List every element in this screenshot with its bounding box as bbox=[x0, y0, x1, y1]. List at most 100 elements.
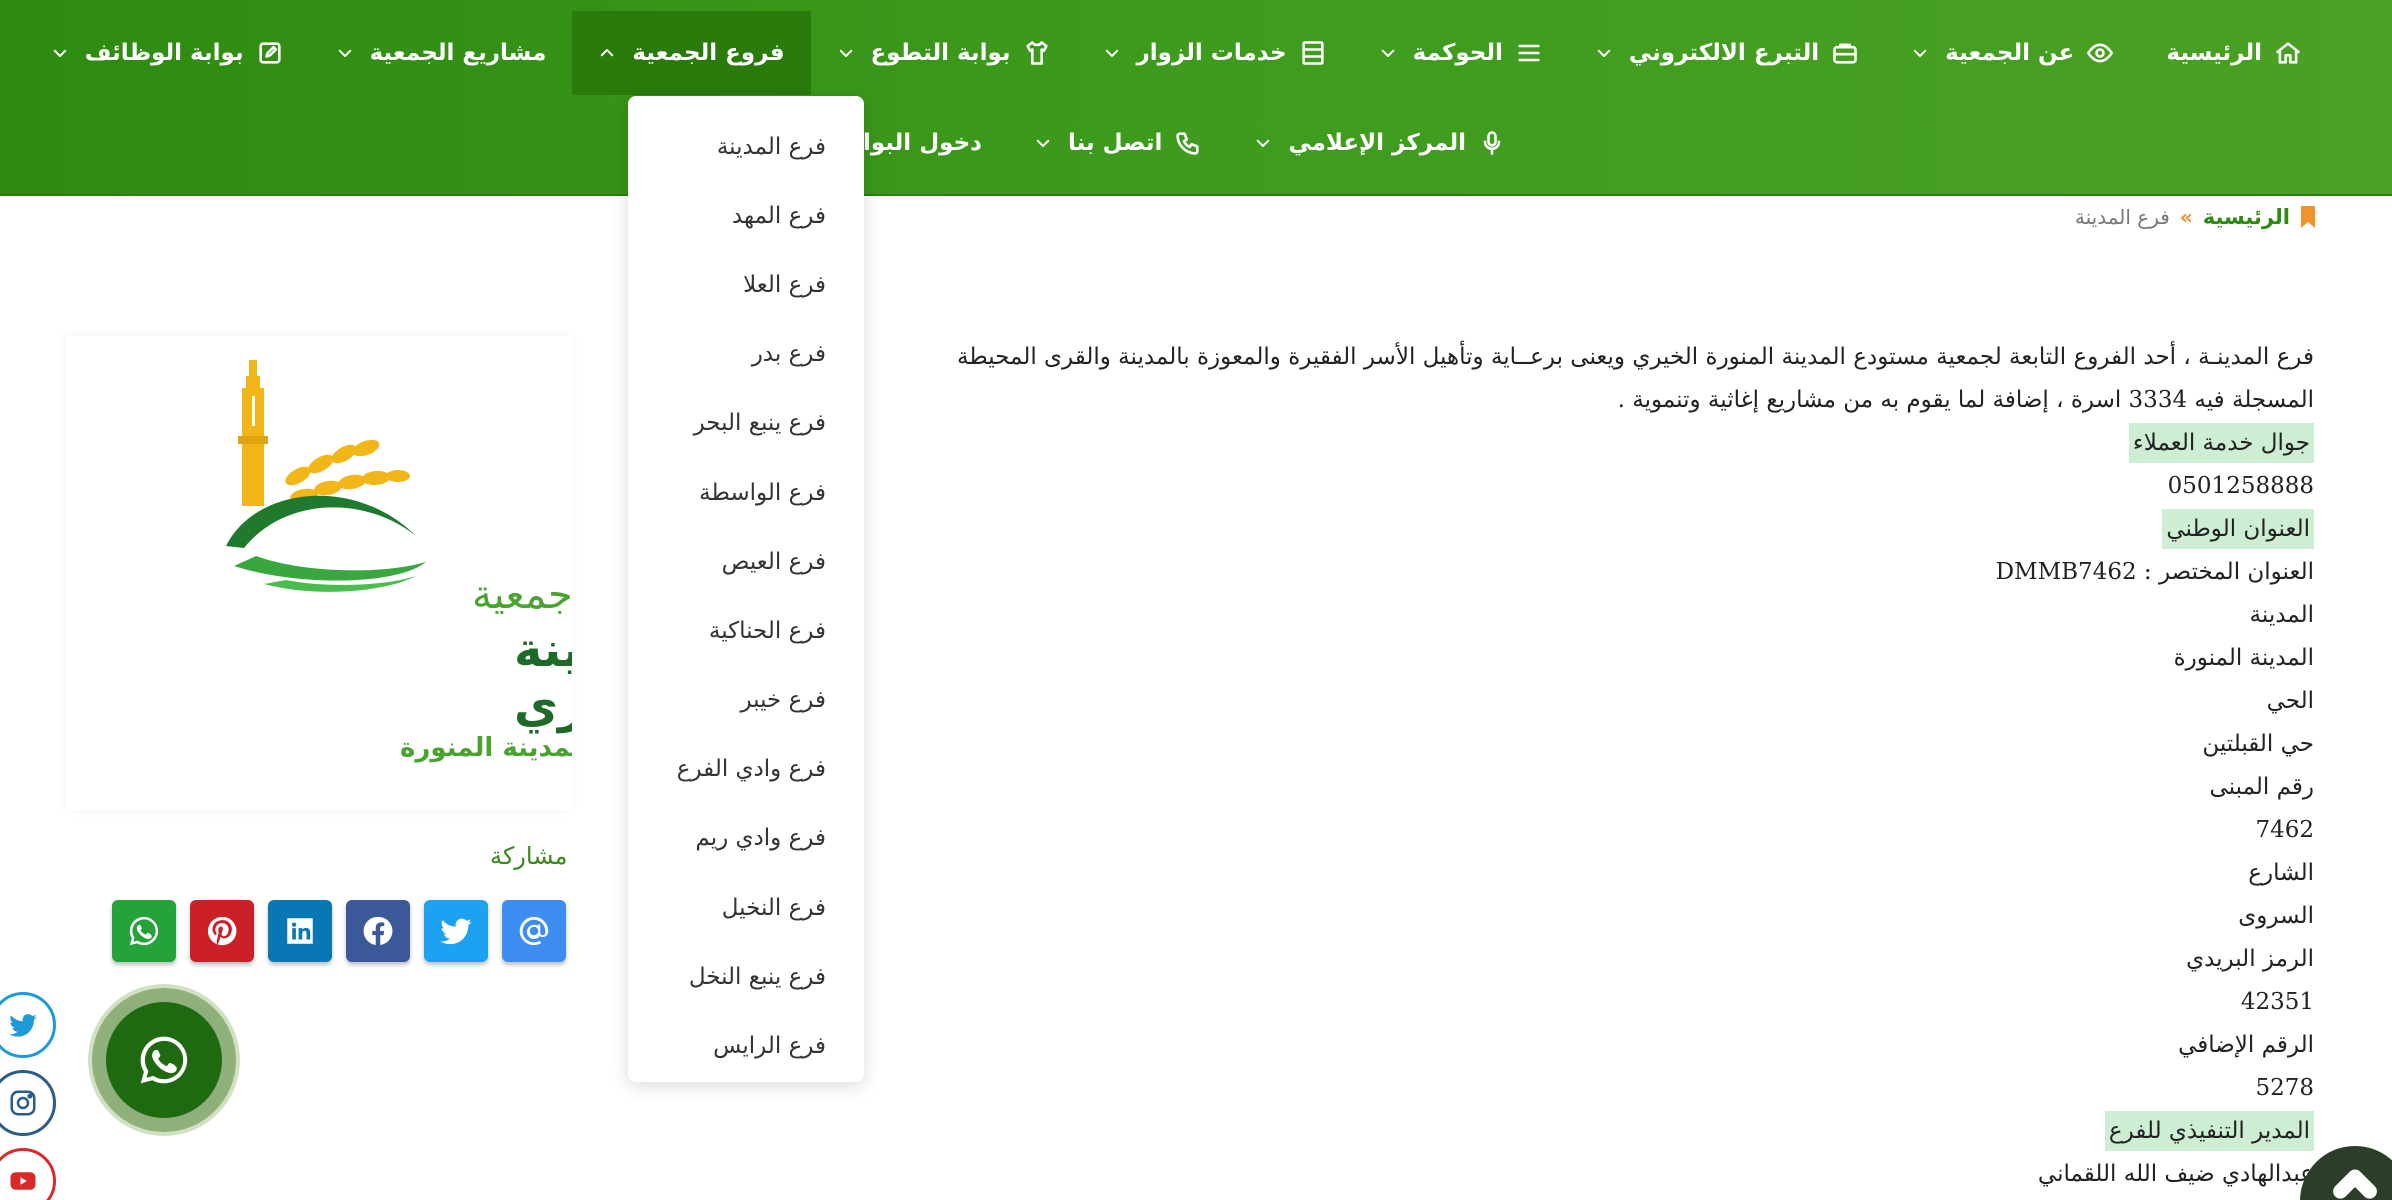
dropdown-item-branch[interactable]: فرع النخيل bbox=[628, 873, 864, 942]
side-youtube-button[interactable] bbox=[0, 1148, 56, 1200]
twitter-icon bbox=[440, 918, 472, 945]
dropdown-item-branch[interactable]: فرع ينبع النخل bbox=[628, 942, 864, 1011]
dropdown-item-branch[interactable]: فرع ينبع البحر bbox=[628, 389, 864, 458]
nav-label: فروع الجمعية bbox=[632, 40, 785, 66]
share-email-button[interactable] bbox=[502, 900, 566, 962]
breadcrumb-current: فرع المدينة bbox=[2074, 205, 2170, 229]
detail-line: جوال خدمة العملاء bbox=[834, 422, 2314, 465]
nav-item-media-center[interactable]: المركز الإعلامي bbox=[1228, 101, 1532, 185]
nav-item-donation[interactable]: التبرع الالكتروني bbox=[1569, 11, 1885, 95]
shirt-icon bbox=[1023, 39, 1051, 67]
detail-value: المدينة المنورة bbox=[2173, 645, 2314, 671]
detail-line: 0501258888 bbox=[834, 465, 2314, 508]
nav-item-projects[interactable]: مشاريع الجمعية bbox=[310, 11, 573, 95]
detail-line: 42351 bbox=[834, 981, 2314, 1024]
nav-item-contact[interactable]: اتصل بنا bbox=[1008, 101, 1228, 185]
dropdown-item-branch[interactable]: فرع وادي الفرع bbox=[628, 735, 864, 804]
floating-whatsapp-button[interactable] bbox=[92, 988, 236, 1132]
nav-item-branches[interactable]: فروع الجمعية bbox=[572, 11, 811, 95]
nav-item-governance[interactable]: الحوكمة bbox=[1353, 11, 1569, 95]
share-whatsapp-button[interactable] bbox=[112, 900, 176, 962]
detail-value: 42351 bbox=[2240, 989, 2314, 1015]
detail-line: عبدالهادي ضيف الله اللقماني bbox=[834, 1153, 2314, 1196]
share-linkedin-button[interactable] bbox=[268, 900, 332, 962]
dropdown-item-branch[interactable]: فرع بدر bbox=[628, 320, 864, 389]
dropdown-item-branch[interactable]: فرع العلا bbox=[628, 250, 864, 319]
phone-icon bbox=[1174, 129, 1202, 157]
dropdown-item-branch[interactable]: فرع الواسطة bbox=[628, 458, 864, 527]
menu-lines-icon bbox=[1515, 39, 1543, 67]
share-twitter-button[interactable] bbox=[424, 900, 488, 962]
share-facebook-button[interactable] bbox=[346, 900, 410, 962]
side-twitter-button[interactable] bbox=[0, 992, 56, 1058]
breadcrumb: الرئيسية » فرع المدينة bbox=[2075, 200, 2316, 234]
facebook-icon bbox=[363, 916, 393, 946]
chevron-up-icon bbox=[2333, 1169, 2377, 1199]
dropdown-item-branch[interactable]: فرع المهد bbox=[628, 181, 864, 250]
linkedin-icon bbox=[287, 918, 313, 944]
nav-label: المركز الإعلامي bbox=[1288, 130, 1466, 156]
chevron-down-icon bbox=[51, 44, 69, 62]
microphone-icon bbox=[1478, 129, 1506, 157]
detail-line: المدينة bbox=[834, 594, 2314, 637]
nav-item-visitor-services[interactable]: خدمات الزوار bbox=[1077, 11, 1353, 95]
detail-line: العنوان الوطني bbox=[834, 508, 2314, 551]
detail-value: 0501258888 bbox=[2167, 473, 2314, 499]
nav-label: بوابة التطوع bbox=[870, 40, 1011, 66]
nav-item-home[interactable]: الرئيسية bbox=[2140, 11, 2328, 95]
detail-value: الشارع bbox=[2248, 860, 2314, 886]
nav-item-jobs[interactable]: بوابة الوظائف bbox=[25, 11, 310, 95]
share-pinterest-button[interactable] bbox=[190, 900, 254, 962]
wheat-icon bbox=[285, 439, 410, 504]
whatsapp-icon bbox=[129, 916, 159, 946]
detail-line: الرمز البريدي bbox=[834, 938, 2314, 981]
detail-heading: جوال خدمة العملاء bbox=[2128, 423, 2314, 463]
nav-label: خدمات الزوار bbox=[1136, 40, 1287, 66]
detail-value: السروى bbox=[2238, 903, 2314, 929]
detail-line: الشارع bbox=[834, 852, 2314, 895]
minaret-icon bbox=[238, 360, 268, 506]
detail-value: الحي bbox=[2266, 688, 2314, 714]
detail-value: العنوان المختصر : DMMB7462 bbox=[1995, 559, 2314, 585]
at-icon bbox=[519, 916, 549, 946]
briefcase-icon bbox=[1831, 39, 1859, 67]
detail-value: عبدالهادي ضيف الله اللقماني bbox=[2037, 1161, 2314, 1187]
branch-logo-card: جمعية مستودع المدينة المنورة الخيـــري ف… bbox=[66, 336, 915, 810]
association-logo: جمعية مستودع المدينة المنورة الخيـــري ف… bbox=[226, 360, 915, 763]
nav-item-volunteer[interactable]: بوابة التطوع bbox=[811, 11, 1077, 95]
chevron-down-icon bbox=[1254, 134, 1272, 152]
bookmark-icon bbox=[2301, 206, 2315, 228]
chevron-down-icon bbox=[1379, 44, 1397, 62]
chevron-up-icon bbox=[598, 44, 616, 62]
detail-value: الرقم الإضافي bbox=[2178, 1032, 2314, 1058]
detail-value: المدينة bbox=[2249, 602, 2314, 628]
dropdown-item-branch[interactable]: فرع الحناكية bbox=[628, 596, 864, 665]
dropdown-item-branch[interactable]: فرع خيبر bbox=[628, 666, 864, 735]
nav-label: الرئيسية bbox=[2166, 40, 2262, 66]
dropdown-item-branch[interactable]: فرع وادي ريم bbox=[628, 804, 864, 873]
nav-label: بوابة الوظائف bbox=[84, 40, 244, 66]
server-icon bbox=[1299, 39, 1327, 67]
dropdown-item-branch[interactable]: فرع المدينة bbox=[628, 112, 864, 181]
detail-heading: المدير التنفيذي للفرع bbox=[2104, 1111, 2314, 1151]
nav-item-about[interactable]: عن الجمعية bbox=[1885, 11, 2140, 95]
whatsapp-icon bbox=[140, 1036, 188, 1084]
detail-list: جوال خدمة العملاء 0501258888 العنوان الوطن… bbox=[834, 422, 2314, 1196]
detail-line: الرقم الإضافي bbox=[834, 1024, 2314, 1067]
detail-line: 7462 bbox=[834, 809, 2314, 852]
nav-label: عن الجمعية bbox=[1945, 40, 2075, 66]
detail-value: الرمز البريدي bbox=[2186, 946, 2314, 972]
branch-details: فرع المدينـة ، أحد الفروع التابعة لجمعية… bbox=[834, 336, 2314, 1196]
chevron-down-icon bbox=[1911, 44, 1929, 62]
dropdown-item-branch[interactable]: فرع العيص bbox=[628, 527, 864, 596]
intro-line: فرع المدينـة ، أحد الفروع التابعة لجمعية… bbox=[957, 344, 2314, 370]
logo-text: المنورة الخيـــري bbox=[514, 678, 572, 734]
main-navbar: الرئيسية عن الجمعية التبرع الالكتروني ال… bbox=[0, 0, 2392, 196]
chevron-down-icon bbox=[1034, 134, 1052, 152]
breadcrumb-home-link[interactable]: الرئيسية bbox=[2203, 205, 2290, 229]
side-instagram-button[interactable] bbox=[0, 1070, 56, 1136]
dropdown-item-branch[interactable]: فرع الرايس bbox=[628, 1011, 864, 1080]
instagram-icon bbox=[10, 1090, 36, 1116]
nav-row-secondary: المركز الإعلامي اتصل بنا دخول البوابة لل… bbox=[0, 98, 2392, 188]
home-icon bbox=[2274, 39, 2302, 67]
